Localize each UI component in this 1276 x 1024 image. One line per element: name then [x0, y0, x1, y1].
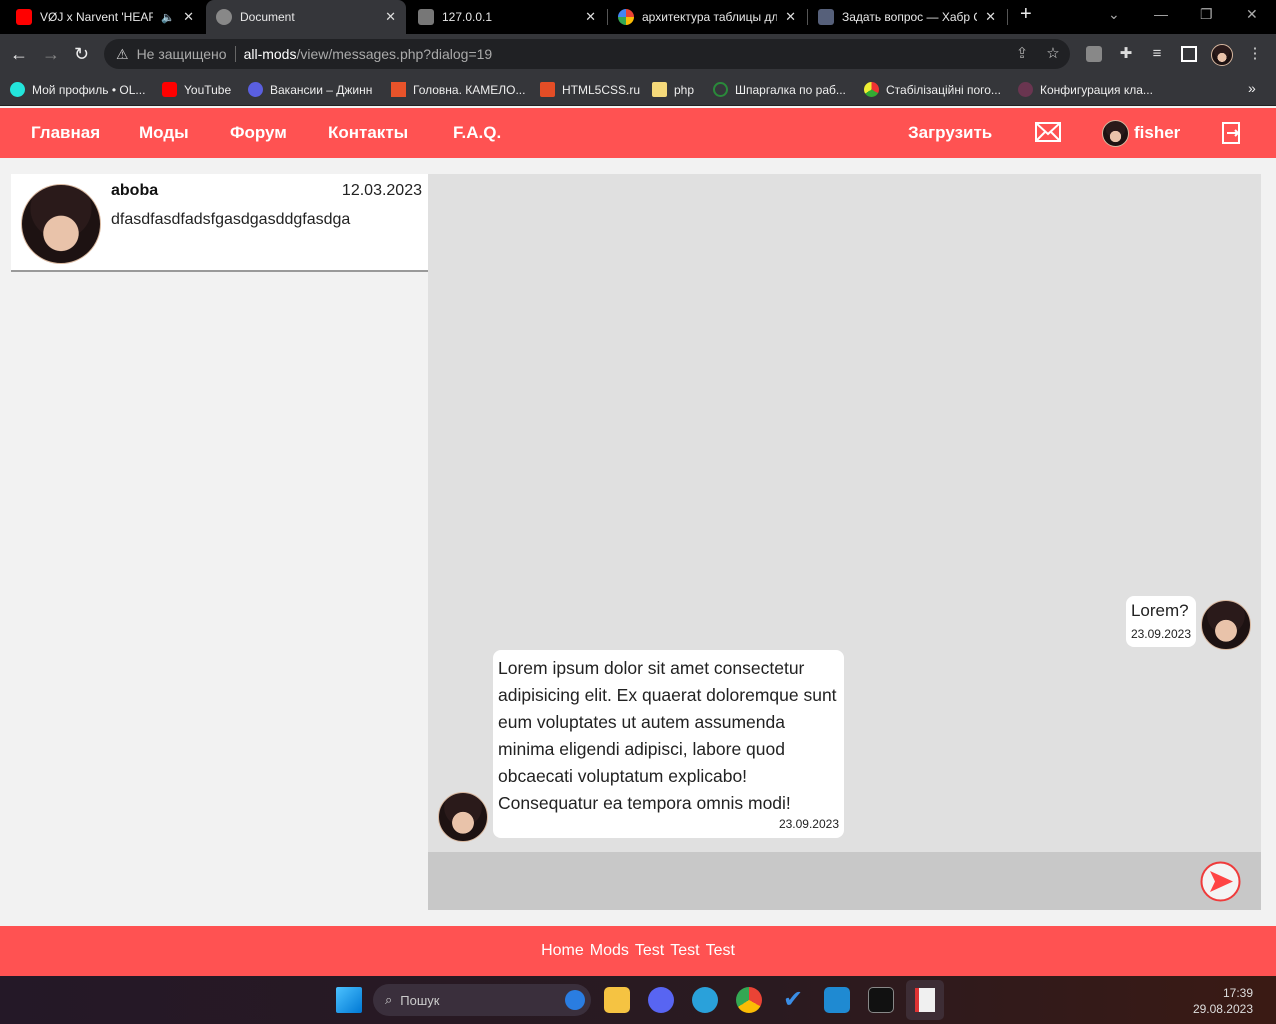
footer-link-test[interactable]: Test [670, 942, 699, 960]
browser-tab[interactable]: архитектура таблицы для ✕ [608, 0, 806, 34]
bing-icon[interactable] [565, 990, 585, 1010]
nav-link-contacts[interactable]: Контакты [328, 123, 408, 143]
close-tab-icon[interactable]: ✕ [985, 9, 996, 25]
site-icon [418, 9, 434, 25]
media-control-icon[interactable]: ≡ [1149, 46, 1165, 62]
footer-link-home[interactable]: Home [541, 942, 584, 960]
back-button[interactable]: ← [10, 44, 28, 64]
close-tab-icon[interactable]: ✕ [785, 9, 796, 25]
upload-link[interactable]: Загрузить [908, 123, 992, 143]
close-tab-icon[interactable]: ✕ [585, 9, 596, 25]
message-bubble-outgoing: Lorem? 23.09.2023 [1125, 596, 1196, 647]
footer-link-test[interactable]: Test [635, 942, 664, 960]
bookmark[interactable]: Конфигурация кла... [1018, 82, 1153, 97]
send-button[interactable] [1200, 861, 1241, 902]
dialog-date: 12.03.2023 [341, 182, 422, 199]
bookmark[interactable]: Головна. КАМЕЛО... [391, 82, 525, 97]
bookmarks-bar: Мой профиль • OL... YouTube Вакансии – Д… [0, 74, 1276, 106]
bookmark-folder[interactable]: php [652, 82, 694, 97]
browser-tab-active[interactable]: Document ✕ [206, 0, 406, 34]
audio-icon[interactable]: 🔈 [161, 11, 175, 24]
snipping-tool-icon[interactable] [906, 980, 944, 1020]
restore-button[interactable]: ❐ [1200, 6, 1213, 23]
sender-avatar [438, 792, 488, 842]
extensions-puzzle-icon[interactable]: ✚ [1118, 46, 1134, 62]
dialog-list: aboba 12.03.2023 dfasdfasdfadsfgasdgasdd… [11, 174, 428, 926]
profile-avatar[interactable] [1211, 44, 1233, 66]
minimize-button[interactable]: — [1154, 6, 1168, 22]
chat-area: Lorem? 23.09.2023 Lorem ipsum dolor sit … [428, 174, 1261, 852]
nav-link-faq[interactable]: F.A.Q. [453, 123, 501, 143]
youtube-icon [16, 9, 32, 25]
terminal-icon[interactable] [868, 987, 894, 1013]
discord-icon[interactable] [648, 987, 674, 1013]
dialog-avatar [21, 184, 101, 264]
dialog-preview: dfasdfasdfadsfgasdgasddgfasdga [111, 211, 351, 228]
bookmark[interactable]: Мой профиль • OL... [10, 82, 145, 97]
bookmark[interactable]: HTML5CSS.ru [540, 82, 640, 97]
username-link[interactable]: fisher [1134, 123, 1180, 143]
bookmark[interactable]: Стабілізаційні пого... [864, 82, 1001, 97]
extension-icon[interactable] [1086, 46, 1102, 62]
globe-icon [216, 9, 232, 25]
close-tab-icon[interactable]: ✕ [385, 9, 396, 25]
bookmark[interactable]: Шпаргалка по раб... [713, 82, 846, 97]
nav-link-mods[interactable]: Моды [139, 123, 189, 143]
tab-search-icon[interactable]: ⌄ [1108, 6, 1120, 23]
warning-icon: ⚠ [116, 45, 129, 62]
google-icon [618, 9, 634, 25]
address-bar[interactable]: ⚠ Не защищено all-mods/view/messages.php… [104, 39, 1070, 69]
nav-link-forum[interactable]: Форум [230, 123, 287, 143]
share-icon[interactable]: ⇪ [1014, 46, 1030, 62]
logout-icon[interactable] [1222, 122, 1240, 144]
vscode-icon[interactable] [824, 987, 850, 1013]
file-explorer-icon[interactable] [604, 987, 630, 1013]
reload-button[interactable]: ↻ [74, 44, 89, 64]
mail-icon[interactable] [1035, 122, 1061, 142]
dialog-name: aboba [111, 182, 159, 199]
browser-tab[interactable]: Задать вопрос — Хабр Q ✕ [808, 0, 1006, 34]
chrome-icon[interactable] [736, 987, 762, 1013]
bookmark[interactable]: Вакансии – Джинн [248, 82, 372, 97]
bookmark[interactable]: YouTube [162, 82, 231, 97]
close-tab-icon[interactable]: ✕ [183, 9, 194, 25]
taskbar: ⌕ Пошук ✔ 17:39 29.08.2023 [0, 976, 1276, 1024]
bookmark-star-icon[interactable]: ☆ [1045, 46, 1061, 62]
message-input-area[interactable] [428, 852, 1261, 910]
browser-tab-bar: VØJ x Narvent 'HEAR 🔈 ✕ Document ✕ 127.0.0.… [0, 0, 1276, 34]
sender-avatar [1201, 600, 1251, 650]
message-text: Lorem ipsum dolor sit amet consectetur a… [498, 658, 837, 813]
footer-link-test[interactable]: Test [706, 942, 735, 960]
message-bubble-incoming: Lorem ipsum dolor sit amet consectetur a… [493, 650, 844, 838]
message-text: Lorem? [1130, 601, 1189, 620]
site-header: Главная Моды Форум Контакты F.A.Q. Загру… [0, 108, 1276, 158]
system-clock[interactable]: 17:39 29.08.2023 [1193, 985, 1253, 1017]
telegram-icon[interactable] [692, 987, 718, 1013]
nav-link-home[interactable]: Главная [31, 123, 100, 143]
search-icon: ⌕ [385, 992, 393, 1007]
user-avatar[interactable] [1102, 120, 1129, 147]
forward-button[interactable]: → [42, 44, 60, 64]
habr-icon [818, 9, 834, 25]
windows-start-icon[interactable] [336, 987, 362, 1013]
browser-tab[interactable]: 127.0.0.1 ✕ [408, 0, 606, 34]
browser-tab[interactable]: VØJ x Narvent 'HEAR 🔈 ✕ [6, 0, 204, 34]
side-panel-icon[interactable] [1181, 46, 1197, 62]
new-tab-button[interactable]: + [1020, 3, 1032, 26]
address-toolbar: ← → ↻ ⚠ Не защищено all-mods/view/messag… [0, 34, 1276, 74]
taskbar-search[interactable]: ⌕ Пошук [373, 984, 591, 1016]
menu-kebab-icon[interactable]: ⋮ [1247, 46, 1263, 62]
dialog-item[interactable]: aboba 12.03.2023 dfasdfasdfadsfgasdgasdd… [11, 174, 428, 272]
close-window-button[interactable]: ✕ [1246, 6, 1258, 23]
site-footer: Home Mods Test Test Test [0, 926, 1276, 976]
more-bookmarks-icon[interactable]: » [1248, 80, 1256, 96]
message-date: 23.09.2023 [778, 817, 839, 831]
footer-link-mods[interactable]: Mods [590, 942, 629, 960]
message-date: 23.09.2023 [1130, 627, 1191, 641]
todo-icon[interactable]: ✔ [780, 987, 806, 1013]
